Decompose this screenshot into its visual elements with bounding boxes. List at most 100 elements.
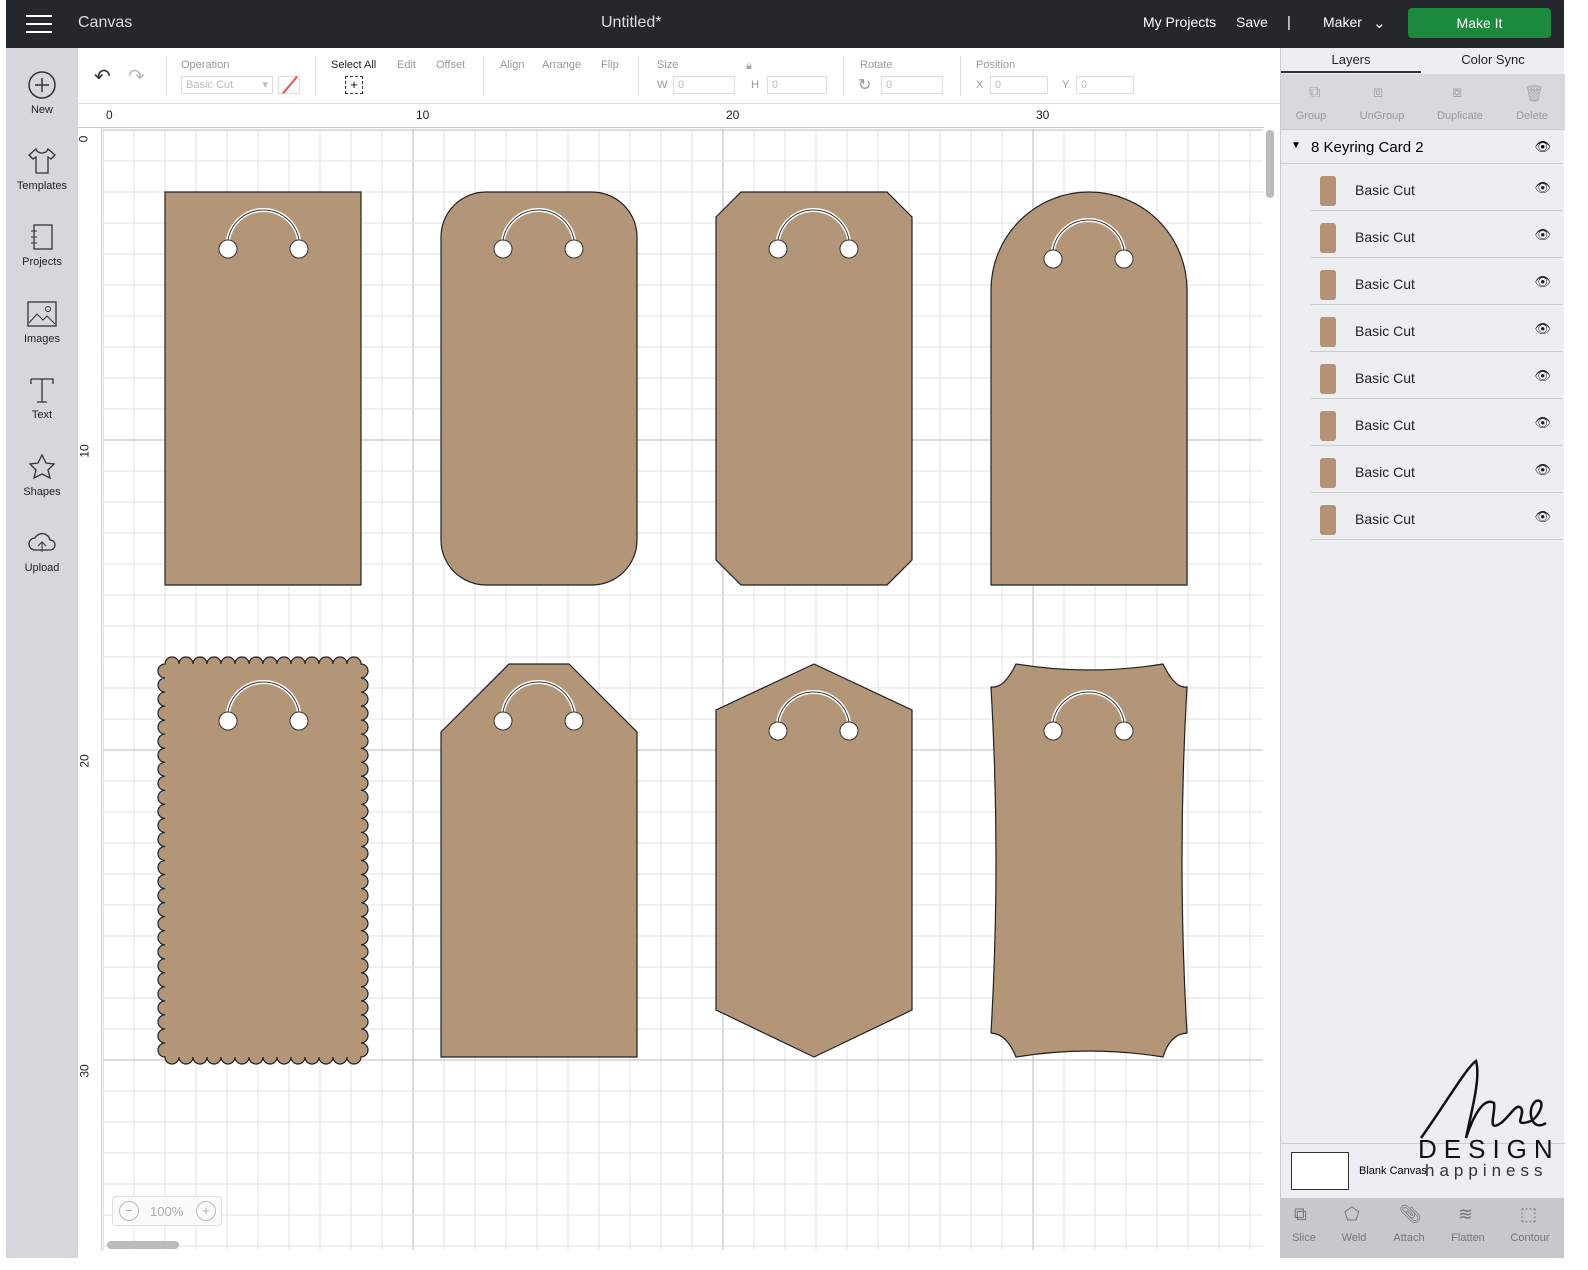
keyring-hole [564,711,584,731]
align-button[interactable]: Align [500,59,524,71]
keyring-arc-outline [777,691,850,723]
keyring-tag-5[interactable] [157,656,369,1065]
menu-icon[interactable] [26,15,52,33]
select-all-button[interactable]: + [345,76,363,94]
keyring-tag-7[interactable] [715,663,913,1058]
duplicate-button[interactable]: Duplicate [1425,110,1495,122]
eye-icon[interactable]: 👁︎ [1534,274,1551,290]
layer-label: Basic Cut [1355,417,1415,433]
nav-images[interactable]: Images [6,299,78,345]
keyring-hole [218,239,238,259]
nav-projects[interactable]: Projects [6,222,78,268]
y-input[interactable]: 0 [1076,76,1134,94]
layer-group[interactable]: ▼ 8 Keyring Card 2 👁︎ [1281,132,1563,164]
line-color-swatch[interactable] [278,75,300,95]
keyring-tag-2[interactable] [440,191,638,586]
eye-icon[interactable]: 👁︎ [1534,321,1551,337]
save-button[interactable]: Save [1236,14,1268,30]
keyring-arc-outline [502,681,575,713]
redo-icon[interactable]: ↷ [128,64,145,89]
horizontal-scrollbar[interactable] [107,1241,179,1249]
layer-item[interactable]: Basic Cut 👁︎ [1311,447,1563,493]
nav-text[interactable]: Text [6,375,78,421]
select-all-label: Select All [331,59,377,71]
contour-button[interactable]: ⬚ Contour [1502,1204,1558,1244]
keyring-tag-3[interactable] [715,191,913,586]
watermark-happiness: happiness [1425,1161,1548,1180]
watermark-signature [1419,1058,1547,1139]
chevron-down-icon[interactable]: ⌄ [1373,14,1386,32]
rotate-input[interactable]: 0 [881,76,943,94]
ungroup-button[interactable]: UnGroup [1347,110,1417,122]
operation-select[interactable]: Basic Cut ▾ [181,76,273,94]
ruler-label: 0 [106,108,113,122]
nav-new[interactable]: New [6,70,78,116]
nav-label: New [30,104,53,116]
nav-upload[interactable]: Upload [6,528,78,574]
keyring-arc-outline [777,209,850,241]
keyring-arc [776,208,851,241]
layer-item[interactable]: Basic Cut 👁︎ [1311,353,1563,399]
eye-icon[interactable]: 👁︎ [1534,139,1551,155]
arrange-button[interactable]: Arrange [542,59,581,71]
ruler-label: 10 [416,108,430,122]
group-icon: ⧉ [1309,84,1321,101]
layer-item[interactable]: Basic Cut 👁︎ [1311,165,1563,211]
layer-item[interactable]: Basic Cut 👁︎ [1311,494,1563,540]
canvas-swatch[interactable] [1291,1152,1349,1190]
tab-color-sync[interactable]: Color Sync [1423,52,1563,67]
layer-label: Basic Cut [1355,229,1415,245]
undo-icon[interactable]: ↶ [94,64,111,89]
slice-button[interactable]: ⧉ Slice [1276,1204,1332,1244]
nav-templates[interactable]: Templates [6,146,78,192]
layers-panel: Layers Color Sync Group UnGroup Duplicat… [1280,48,1567,1258]
keyring-arc [226,208,301,241]
group-button[interactable]: Group [1276,110,1346,122]
zoom-in-button[interactable]: + [196,1201,216,1221]
size-label: Size [657,59,679,71]
keyring-tag-8[interactable] [990,663,1188,1058]
layer-item[interactable]: Basic Cut 👁︎ [1311,212,1563,258]
tshirt-icon [28,147,56,174]
x-input[interactable]: 0 [990,76,1048,94]
flip-button[interactable]: Flip [601,59,619,71]
make-it-button[interactable]: Make It [1408,8,1551,38]
layer-item[interactable]: Basic Cut 👁︎ [1311,306,1563,352]
eye-icon[interactable]: 👁︎ [1534,509,1551,525]
attach-button[interactable]: 📎︎ Attach [1381,1204,1437,1244]
zoom-out-button[interactable]: − [119,1201,139,1221]
vertical-scrollbar[interactable] [1266,130,1274,198]
group-name: 8 Keyring Card 2 [1311,139,1424,156]
edit-button[interactable]: Edit [397,59,416,71]
layer-thumbnail [1320,317,1336,347]
eye-icon[interactable]: 👁︎ [1534,180,1551,196]
keyring-tag-6[interactable] [440,663,638,1058]
nav-shapes[interactable]: Shapes [6,452,78,498]
flatten-button[interactable]: ≋ Flatten [1440,1204,1496,1244]
tab-layers[interactable]: Layers [1281,52,1421,73]
nav-label: Text [31,409,53,421]
keyring-hole [768,239,788,259]
machine-select[interactable]: Maker [1323,14,1362,30]
zoom-level: 100% [150,1204,184,1219]
height-input[interactable]: 0 [767,76,827,94]
width-input[interactable]: 0 [673,76,735,94]
keyring-tag-4[interactable] [990,191,1188,586]
height-label: H [751,79,759,91]
eye-icon[interactable]: 👁︎ [1534,368,1551,384]
keyring-hole [1043,721,1063,741]
eye-icon[interactable]: 👁︎ [1534,227,1551,243]
caret-down-icon[interactable]: ▼ [1291,140,1301,151]
layer-item[interactable]: Basic Cut 👁︎ [1311,259,1563,305]
keyring-hole [1043,249,1063,269]
lock-icon[interactable]: 🔒︎ [746,60,752,73]
weld-button[interactable]: ⬠ Weld [1326,1204,1382,1244]
eye-icon[interactable]: 👁︎ [1534,462,1551,478]
my-projects-link[interactable]: My Projects [1143,14,1216,30]
eye-icon[interactable]: 👁︎ [1534,415,1551,431]
offset-button[interactable]: Offset [436,59,465,71]
keyring-hole [493,711,513,731]
layer-item[interactable]: Basic Cut 👁︎ [1311,400,1563,446]
delete-button[interactable]: Delete [1497,110,1567,122]
keyring-tag-1[interactable] [164,191,362,586]
